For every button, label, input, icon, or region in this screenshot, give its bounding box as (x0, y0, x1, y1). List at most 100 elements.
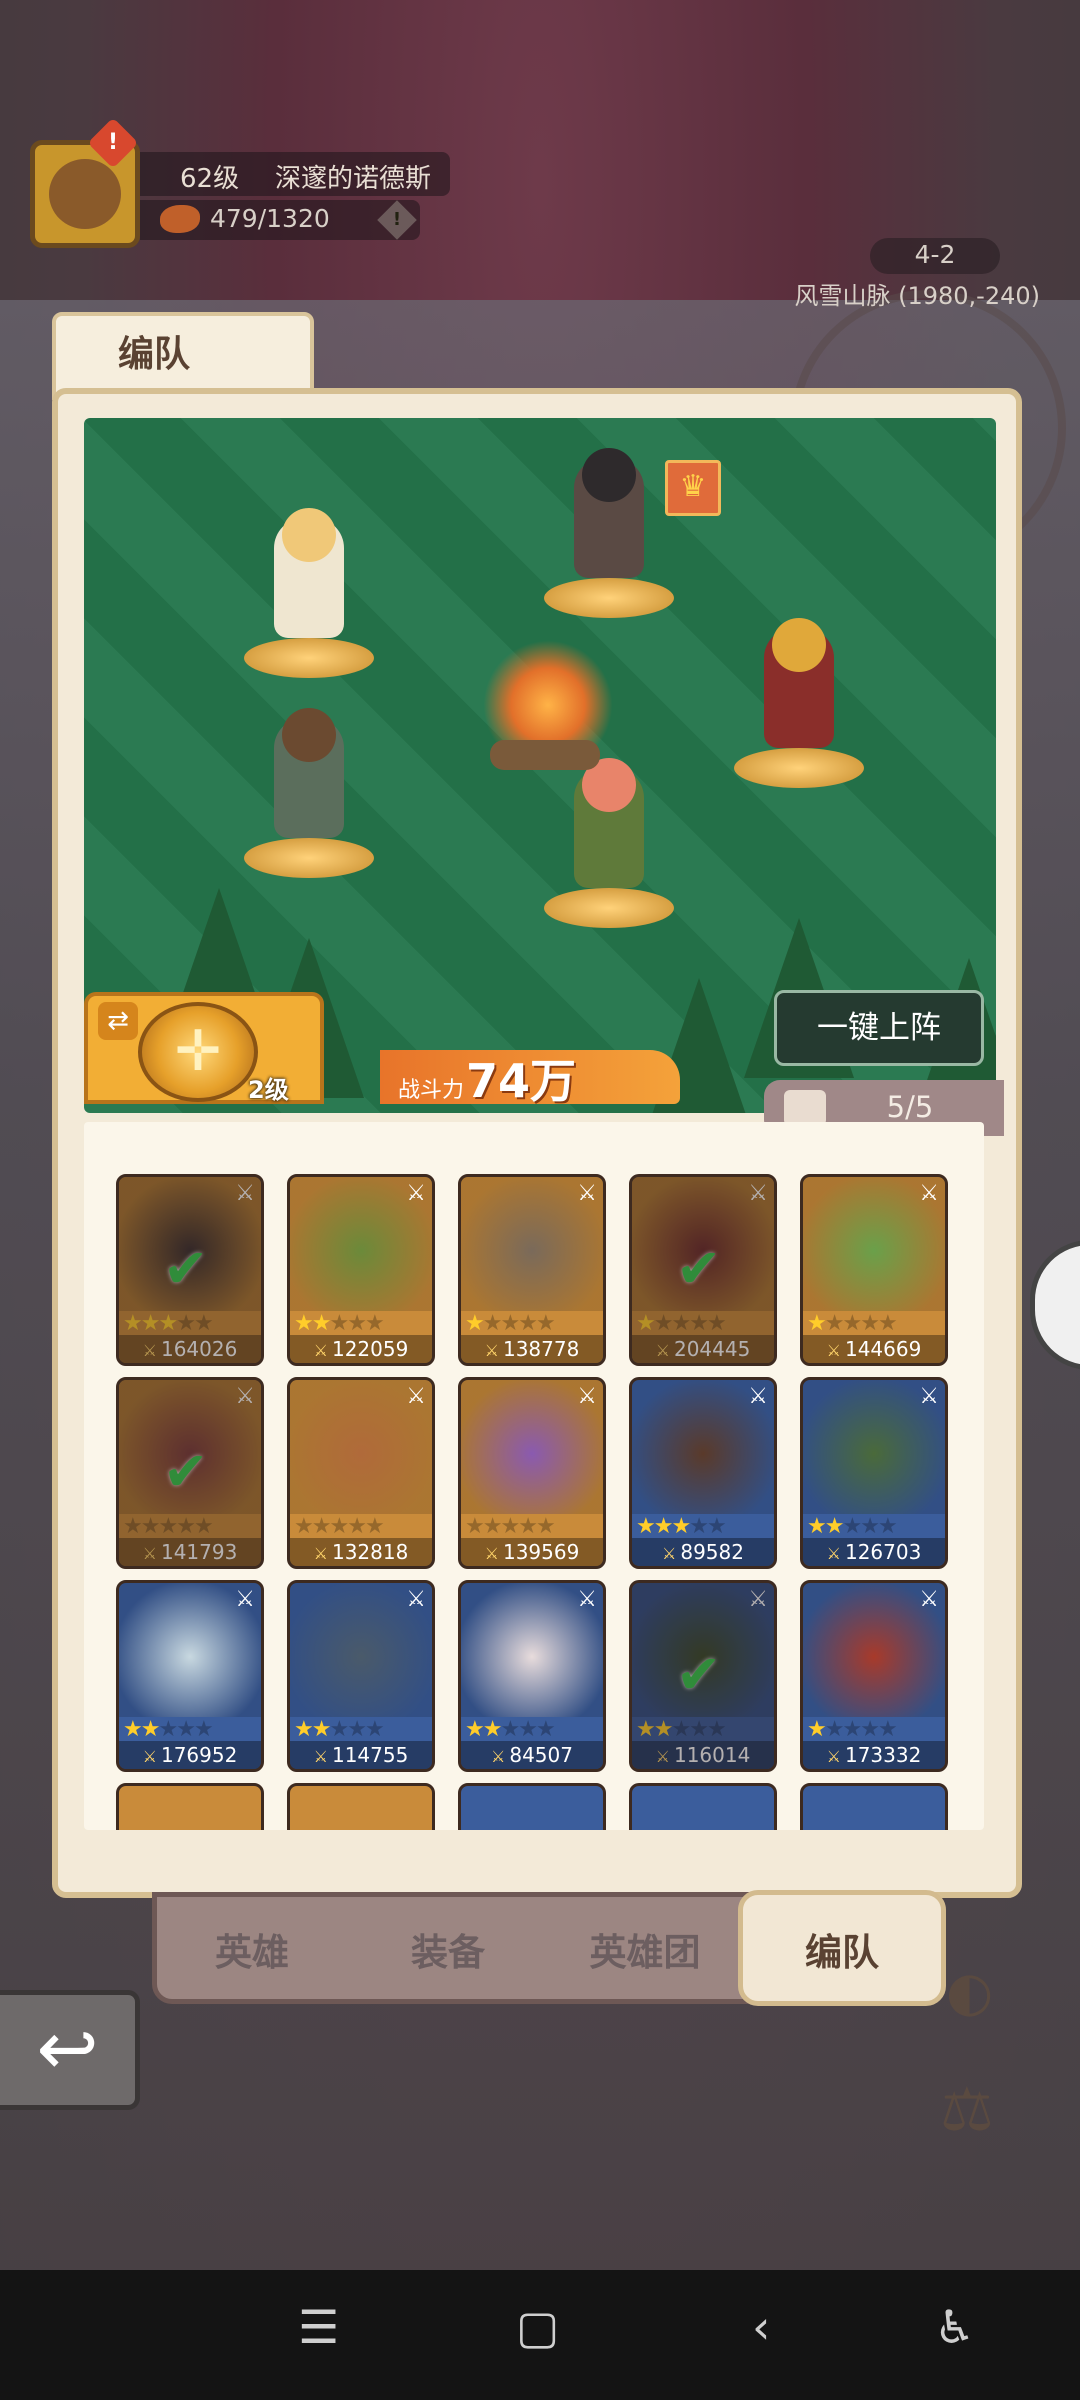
star-icon: ★ (653, 1311, 674, 1336)
accessibility-icon[interactable]: ♿ (934, 2300, 975, 2354)
star-icon: ★ (311, 1717, 332, 1742)
hero-card[interactable] (629, 1783, 777, 1830)
star-icon: ★ (193, 1717, 214, 1742)
meat-icon (160, 205, 200, 233)
star-icon: ★ (535, 1311, 556, 1336)
class-icon: ⚔ (406, 1384, 426, 1409)
team-count: 5/5 (886, 1090, 934, 1124)
class-icon: ⚔ (577, 1181, 597, 1206)
hero-card[interactable] (287, 1783, 435, 1830)
field-hero-druid[interactable] (244, 708, 374, 878)
star-icon: ★ (329, 1514, 349, 1539)
star-icon: ★ (689, 1311, 709, 1336)
star-icon: ★ (653, 1514, 674, 1539)
hero-stars: ★★★★★ (465, 1514, 556, 1539)
hero-card[interactable]: ⚔★★★★★116014✔ (629, 1580, 777, 1772)
hero-stars: ★★★★★ (465, 1311, 556, 1336)
back-nav-icon[interactable]: ‹ (752, 2300, 770, 2354)
star-icon: ★ (824, 1717, 845, 1742)
hero-card[interactable]: ⚔★★★★★122059 (287, 1174, 435, 1366)
hero-card[interactable]: ⚔★★★★★173332 (800, 1580, 948, 1772)
star-icon: ★ (807, 1311, 827, 1336)
hero-power: 144669 (803, 1335, 945, 1363)
hero-power: 139569 (461, 1538, 603, 1566)
class-icon: ⚔ (919, 1587, 939, 1612)
star-icon: ★ (329, 1311, 349, 1336)
hero-card[interactable]: ⚔★★★★★89582 (629, 1377, 777, 1569)
alert-icon: ! (87, 117, 139, 169)
class-icon: ⚔ (919, 1181, 939, 1206)
hero-power: 164026 (119, 1335, 261, 1363)
check-icon: ✔ (163, 1440, 209, 1503)
hero-card[interactable]: ⚔★★★★★144669 (800, 1174, 948, 1366)
info-icon[interactable]: ! (377, 200, 417, 240)
hero-card[interactable]: ⚔★★★★★126703 (800, 1377, 948, 1569)
star-icon: ★ (158, 1311, 178, 1336)
hero-card[interactable]: ⚔★★★★★114755 (287, 1580, 435, 1772)
star-icon: ★ (807, 1717, 827, 1742)
star-icon: ★ (706, 1717, 727, 1742)
hero-power: 204445 (632, 1335, 774, 1363)
star-icon: ★ (518, 1717, 538, 1742)
tab-heroes[interactable]: 英雄 (172, 1922, 332, 1976)
auto-deploy-button[interactable]: 一键上阵 (774, 990, 984, 1066)
tab-formation[interactable]: 编队 (762, 1922, 922, 1976)
star-icon: ★ (518, 1311, 538, 1336)
star-icon: ★ (482, 1514, 503, 1539)
hero-card[interactable] (116, 1783, 264, 1830)
hero-card[interactable]: ⚔★★★★★164026✔ (116, 1174, 264, 1366)
bag-icon[interactable]: ◐ (946, 1960, 993, 2023)
hero-stars: ★★★★★ (807, 1717, 898, 1742)
field-hero-warlord[interactable] (734, 618, 864, 788)
star-icon: ★ (671, 1717, 691, 1742)
hero-card[interactable]: ⚔★★★★★138778 (458, 1174, 606, 1366)
class-icon: ⚔ (577, 1384, 597, 1409)
scale-icon[interactable]: ⚖ (940, 2075, 994, 2145)
star-icon: ★ (860, 1311, 880, 1336)
hero-power: 176952 (119, 1741, 261, 1769)
tab-hero-group[interactable]: 英雄团 (565, 1922, 725, 1976)
star-icon: ★ (842, 1311, 862, 1336)
hero-card[interactable]: ⚔★★★★★204445✔ (629, 1174, 777, 1366)
star-icon: ★ (877, 1311, 898, 1336)
star-icon: ★ (860, 1514, 880, 1539)
hero-stars: ★★★★★ (294, 1717, 385, 1742)
field-hero-hooded-warrior[interactable] (544, 448, 674, 618)
hero-card[interactable] (800, 1783, 948, 1830)
star-icon: ★ (500, 1311, 520, 1336)
power-label: 战斗力 (398, 1078, 465, 1103)
back-button[interactable]: ↩ (0, 1990, 140, 2110)
home-icon[interactable]: ▢ (516, 2300, 559, 2354)
star-icon: ★ (294, 1514, 314, 1539)
hero-card[interactable]: ⚔★★★★★84507 (458, 1580, 606, 1772)
player-name: 深邃的诺德斯 (275, 164, 432, 194)
star-icon: ★ (482, 1311, 503, 1336)
field-hero-elf-mage[interactable] (244, 508, 374, 678)
star-icon: ★ (347, 1311, 367, 1336)
hero-card[interactable] (458, 1783, 606, 1830)
star-icon: ★ (311, 1514, 332, 1539)
star-icon: ★ (140, 1717, 161, 1742)
star-icon: ★ (311, 1311, 332, 1336)
star-icon: ★ (294, 1717, 314, 1742)
hero-power: 141793 (119, 1538, 261, 1566)
menu-icon[interactable]: ☰ (298, 2300, 339, 2354)
hero-power: 126703 (803, 1538, 945, 1566)
hero-card[interactable]: ⚔ ★★★★★139569 (458, 1377, 606, 1569)
hero-card[interactable]: ⚔★★★★★141793✔ (116, 1377, 264, 1569)
hero-card[interactable]: ⚔★★★★★132818 (287, 1377, 435, 1569)
hero-stars: ★★★★★ (636, 1311, 727, 1336)
hero-roster[interactable]: ⚔★★★★★164026✔⚔★★★★★122059⚔★★★★★138778⚔★★… (84, 1122, 984, 1830)
star-icon: ★ (176, 1717, 196, 1742)
tab-equipment[interactable]: 装备 (368, 1922, 528, 1976)
hero-stars: ★★★★★ (465, 1717, 556, 1742)
hero-card[interactable]: ⚔★★★★★176952 (116, 1580, 264, 1772)
star-icon: ★ (636, 1311, 656, 1336)
class-icon: ⚔ (748, 1181, 768, 1206)
crown-icon: ♛ (665, 460, 721, 516)
star-icon: ★ (877, 1717, 898, 1742)
field-hero-elf-archer[interactable] (544, 758, 674, 928)
star-icon: ★ (636, 1717, 656, 1742)
star-icon: ★ (140, 1311, 161, 1336)
swap-icon[interactable]: ⇄ (98, 1002, 138, 1040)
